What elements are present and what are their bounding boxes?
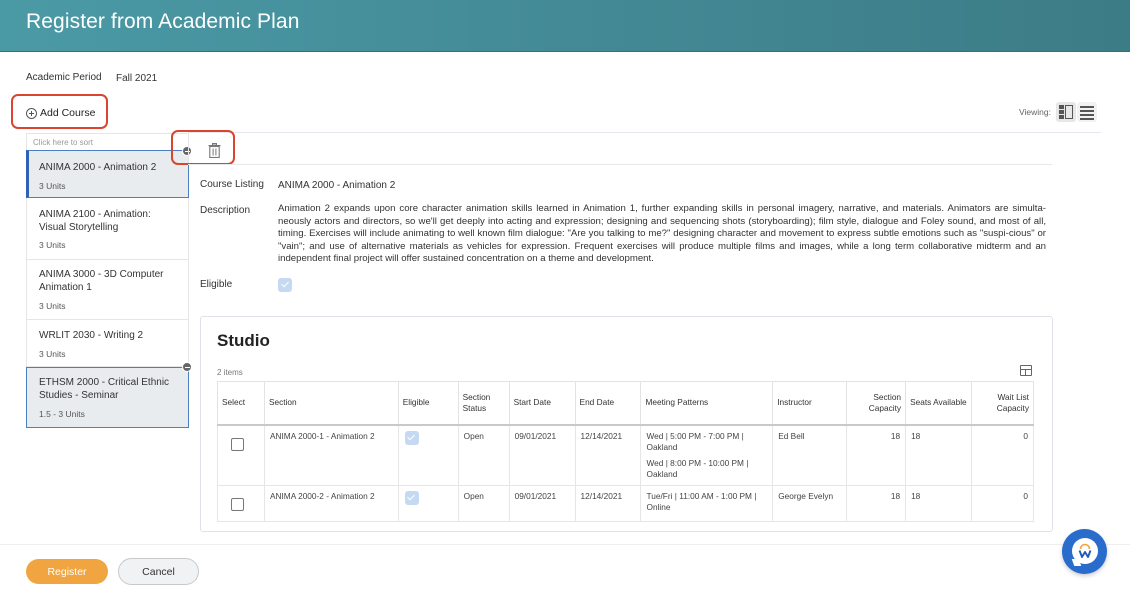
section-cell: ANIMA 2000-2 - Animation 2 bbox=[263, 484, 399, 522]
eligible-checkbox bbox=[278, 278, 292, 292]
delete-annotation-highlight bbox=[171, 130, 235, 165]
end-date-cell: 12/14/2021 bbox=[574, 484, 642, 522]
course-list-item[interactable]: ETHSM 2000 - Critical Ethnic Studies - S… bbox=[26, 367, 189, 428]
course-title: ANIMA 2000 - Animation 2 bbox=[39, 162, 157, 173]
course-units: 1.5 - 3 Units bbox=[39, 409, 85, 419]
academic-period-label: Academic Period bbox=[26, 72, 102, 83]
column-header-end-date[interactable]: End Date bbox=[574, 381, 642, 426]
cancel-button[interactable]: Cancel bbox=[118, 558, 199, 585]
course-list-item[interactable]: ANIMA 3000 - 3D Computer Animation 1 3 U… bbox=[26, 260, 189, 320]
column-header-section-capacity[interactable]: Section Capacity bbox=[846, 381, 907, 426]
seats-available-cell: 18 bbox=[905, 484, 972, 522]
meeting-pattern: Tue/Fri | 11:00 AM - 1:00 PM | Online bbox=[646, 490, 757, 512]
plus-circle-icon bbox=[26, 107, 37, 119]
column-header-eligible[interactable]: Eligible bbox=[397, 381, 459, 426]
column-header-section[interactable]: Section bbox=[263, 381, 399, 426]
divider bbox=[188, 164, 1052, 165]
course-title: ANIMA 2100 - Animation: Visual Storytell… bbox=[39, 209, 151, 233]
course-list: Click here to sort ANIMA 2000 - Animatio… bbox=[26, 133, 189, 429]
meeting-patterns-cell: Tue/Fri | 11:00 AM - 1:00 PM | Online bbox=[640, 484, 774, 522]
select-checkbox[interactable] bbox=[231, 497, 244, 511]
course-units: 3 Units bbox=[39, 181, 66, 191]
table-row: ANIMA 2000-2 - Animation 2 Open 09/01/20… bbox=[217, 484, 1035, 522]
studio-title: Studio bbox=[217, 331, 270, 350]
meeting-pattern: Wed | 5:00 PM - 7:00 PM | Oakland bbox=[646, 430, 744, 452]
course-title: WRLIT 2030 - Writing 2 bbox=[39, 330, 144, 341]
add-course-button[interactable]: Add Course bbox=[26, 107, 95, 119]
course-listing-value: ANIMA 2000 - Animation 2 bbox=[278, 180, 396, 191]
add-course-label: Add Course bbox=[40, 107, 96, 119]
wait-list-capacity-cell: 0 bbox=[970, 484, 1035, 522]
course-list-item[interactable]: WRLIT 2030 - Writing 2 3 Units bbox=[26, 320, 189, 367]
section-cell: ANIMA 2000-1 - Animation 2 bbox=[263, 424, 399, 486]
select-checkbox[interactable] bbox=[231, 437, 244, 451]
eligible-checkbox bbox=[404, 490, 419, 505]
section-capacity-cell: 18 bbox=[846, 424, 907, 486]
column-header-select[interactable]: Select bbox=[217, 381, 265, 426]
trash-icon bbox=[208, 143, 221, 159]
eligible-label: Eligible bbox=[200, 279, 233, 290]
description-text: Animation 2 expands upon core character … bbox=[278, 203, 1046, 265]
course-units: 3 Units bbox=[39, 301, 66, 311]
course-units: 3 Units bbox=[39, 349, 66, 359]
wait-list-capacity-cell: 0 bbox=[970, 424, 1035, 486]
workday-logo-icon bbox=[1078, 543, 1092, 558]
delete-button[interactable] bbox=[208, 143, 221, 159]
select-cell bbox=[217, 424, 265, 486]
start-date-cell: 09/01/2021 bbox=[508, 424, 576, 486]
seats-available-cell: 18 bbox=[905, 424, 972, 486]
course-listing-label: Course Listing bbox=[200, 179, 264, 190]
section-capacity-cell: 18 bbox=[846, 484, 907, 522]
page-header: Register from Academic Plan bbox=[0, 0, 1130, 52]
viewing-label: Viewing: bbox=[1019, 107, 1051, 117]
sections-table: Select Section Eligible Section Status S… bbox=[217, 381, 1035, 522]
instructor-cell: George Evelyn bbox=[772, 484, 848, 522]
column-header-section-status[interactable]: Section Status bbox=[457, 381, 510, 426]
column-layout-icon[interactable] bbox=[1020, 365, 1032, 376]
items-count: 2 items bbox=[217, 368, 243, 377]
split-view-button[interactable] bbox=[1056, 102, 1076, 122]
status-cell: Open bbox=[457, 484, 510, 522]
remove-course-icon[interactable] bbox=[182, 362, 192, 372]
studio-section: Studio 2 items Select Section Eligible S… bbox=[200, 316, 1053, 532]
table-row: ANIMA 2000-1 - Animation 2 Open 09/01/20… bbox=[217, 424, 1035, 486]
course-title: ANIMA 3000 - 3D Computer Animation 1 bbox=[39, 269, 164, 293]
column-header-wait-list-capacity[interactable]: Wait List Capacity bbox=[970, 381, 1035, 426]
column-header-meeting-patterns[interactable]: Meeting Patterns bbox=[640, 381, 774, 426]
page-title: Register from Academic Plan bbox=[26, 10, 300, 33]
course-units: 3 Units bbox=[39, 240, 66, 250]
course-title: ETHSM 2000 - Critical Ethnic Studies - S… bbox=[39, 377, 170, 401]
column-header-instructor[interactable]: Instructor bbox=[772, 381, 848, 426]
meeting-pattern: Wed | 8:00 PM - 10:00 PM | Oakland bbox=[646, 457, 749, 479]
status-cell: Open bbox=[457, 424, 510, 486]
column-header-seats-available[interactable]: Seats Available bbox=[905, 381, 972, 426]
instructor-cell: Ed Bell bbox=[772, 424, 848, 486]
column-header-start-date[interactable]: Start Date bbox=[508, 381, 576, 426]
academic-period-value: Fall 2021 bbox=[116, 73, 158, 84]
start-date-cell: 09/01/2021 bbox=[508, 484, 576, 522]
course-list-item[interactable]: ANIMA 2100 - Animation: Visual Storytell… bbox=[26, 198, 189, 260]
footer-divider bbox=[0, 544, 1130, 545]
list-view-button[interactable] bbox=[1077, 102, 1097, 122]
description-label: Description bbox=[200, 205, 251, 216]
register-button[interactable]: Register bbox=[26, 559, 108, 584]
table-header-row: Select Section Eligible Section Status S… bbox=[217, 381, 1035, 426]
chat-bubble-icon bbox=[1072, 538, 1098, 564]
course-list-item[interactable]: ANIMA 2000 - Animation 2 3 Units bbox=[26, 150, 189, 198]
eligible-cell bbox=[397, 424, 459, 486]
end-date-cell: 12/14/2021 bbox=[574, 424, 642, 486]
assistant-chat-button[interactable] bbox=[1062, 529, 1107, 574]
sort-hint[interactable]: Click here to sort bbox=[26, 133, 189, 150]
meeting-patterns-cell: Wed | 5:00 PM - 7:00 PM | Oakland Wed | … bbox=[640, 424, 774, 486]
eligible-cell bbox=[397, 484, 459, 522]
eligible-checkbox bbox=[404, 430, 419, 445]
divider bbox=[188, 132, 1101, 133]
select-cell bbox=[217, 484, 265, 522]
